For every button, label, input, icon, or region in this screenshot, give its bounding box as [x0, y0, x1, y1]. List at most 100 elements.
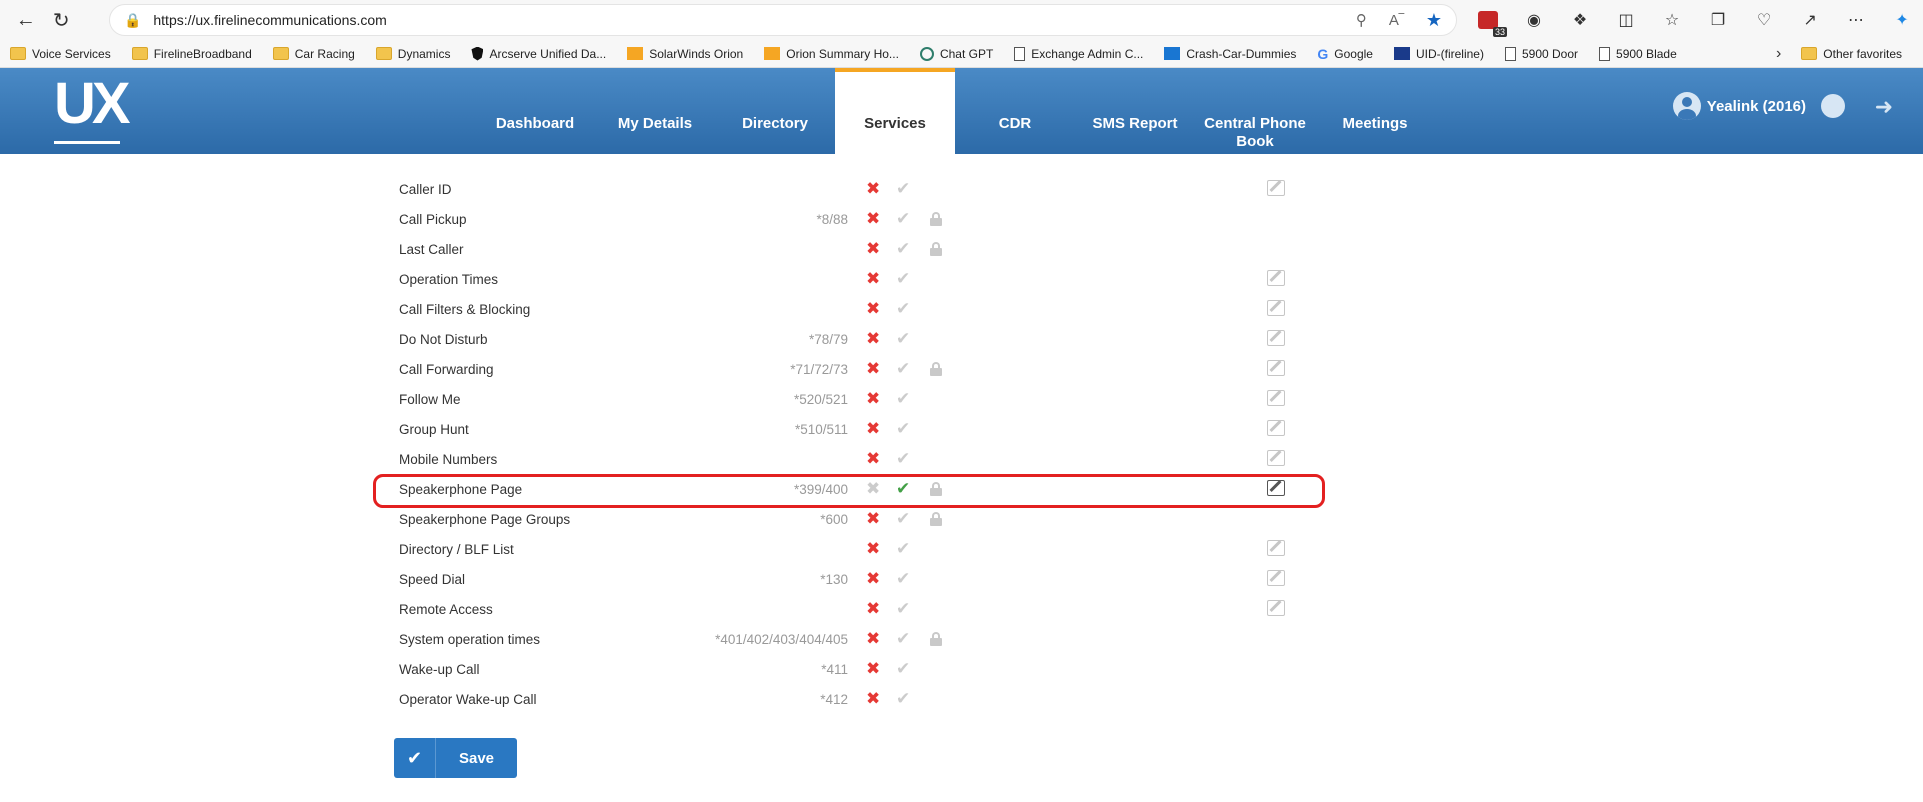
disable-x-icon[interactable]: ✖ — [866, 569, 880, 589]
lock-icon[interactable] — [930, 632, 942, 646]
enable-check-icon[interactable]: ✔ — [896, 689, 910, 709]
user-menu[interactable]: Yealink (2016) — [1672, 92, 1806, 120]
extension-copilot-icon[interactable]: ◉ — [1521, 7, 1547, 33]
edit-icon[interactable] — [1267, 450, 1285, 466]
edit-icon[interactable] — [1267, 330, 1285, 346]
tab-dashboard[interactable]: Dashboard — [475, 68, 595, 154]
disable-x-icon[interactable]: ✖ — [866, 269, 880, 289]
logout-icon[interactable]: ➜ — [1875, 94, 1893, 120]
disable-x-icon[interactable]: ✖ — [866, 299, 880, 319]
key-icon[interactable]: ⚲ — [1356, 11, 1367, 29]
edit-icon[interactable] — [1267, 600, 1285, 616]
enable-check-icon[interactable]: ✔ — [896, 659, 910, 679]
split-screen-icon[interactable]: ◫ — [1613, 7, 1639, 33]
tab-sms-report[interactable]: SMS Report — [1075, 68, 1195, 154]
tab-cdr[interactable]: CDR — [955, 68, 1075, 154]
enable-check-icon[interactable]: ✔ — [896, 419, 910, 439]
disable-x-icon[interactable]: ✖ — [866, 359, 880, 379]
lock-icon[interactable] — [930, 212, 942, 226]
bookmark-label: UID-(fireline) — [1415, 46, 1484, 61]
bookmark-item[interactable]: G Google — [1317, 46, 1373, 62]
address-bar[interactable]: 🔒 https://ux.firelinecommunications.com … — [108, 4, 1458, 36]
enable-check-icon[interactable]: ✔ — [896, 359, 910, 379]
edit-icon[interactable] — [1267, 540, 1285, 556]
extension-calendar-icon[interactable]: 33 — [1475, 7, 1508, 37]
disable-x-icon[interactable]: ✖ — [866, 509, 880, 529]
bookmark-item[interactable]: SolarWinds Orion — [627, 47, 743, 61]
enable-check-icon[interactable]: ✔ — [896, 509, 910, 529]
disable-x-icon[interactable]: ✖ — [866, 689, 880, 709]
lock-icon[interactable] — [930, 362, 942, 376]
enable-check-icon[interactable]: ✔ — [896, 629, 910, 649]
tab-services[interactable]: Services — [835, 68, 955, 154]
tab-central-phone-book[interactable]: Central Phone Book — [1195, 68, 1315, 154]
bookmark-item[interactable]: 5900 Blade — [1599, 46, 1677, 61]
bookmark-item[interactable]: FirelineBroadband — [131, 47, 252, 61]
disable-x-icon[interactable]: ✖ — [866, 389, 880, 409]
edit-icon[interactable] — [1267, 180, 1285, 196]
disable-x-icon[interactable]: ✖ — [866, 419, 880, 439]
bookmark-item[interactable]: Orion Summary Ho... — [764, 47, 899, 61]
lock-icon[interactable] — [930, 242, 942, 256]
site-info-lock-icon[interactable]: 🔒 — [124, 12, 141, 29]
edit-icon[interactable] — [1267, 390, 1285, 406]
back-icon[interactable]: ← — [8, 5, 43, 35]
edit-icon[interactable] — [1267, 420, 1285, 436]
bookmark-item[interactable]: Exchange Admin C... — [1014, 46, 1143, 61]
bookmark-item[interactable]: Arcserve Unified Da... — [471, 46, 606, 61]
edit-icon[interactable] — [1267, 360, 1285, 376]
edit-icon[interactable] — [1267, 300, 1285, 316]
enable-check-icon[interactable]: ✔ — [896, 539, 910, 559]
more-menu-icon[interactable]: ⋯ — [1843, 7, 1869, 33]
bookmark-item[interactable]: Voice Services — [10, 47, 111, 61]
save-button[interactable]: ✔ Save — [394, 738, 517, 778]
enable-check-icon[interactable]: ✔ — [896, 269, 910, 289]
user-name: Yealink (2016) — [1706, 97, 1806, 115]
bookmark-item[interactable]: 5900 Door — [1504, 46, 1578, 61]
chevron-right-icon[interactable]: › — [1776, 45, 1781, 63]
collections-icon[interactable]: ❐ — [1705, 7, 1731, 33]
enable-check-icon[interactable]: ✔ — [896, 599, 910, 619]
tab-directory[interactable]: Directory — [715, 68, 835, 154]
extension-badge: 33 — [1493, 27, 1508, 37]
disable-x-icon[interactable]: ✖ — [866, 209, 880, 229]
enable-check-icon[interactable]: ✔ — [896, 329, 910, 349]
tab-my-details[interactable]: My Details — [595, 68, 715, 154]
favorites-icon[interactable]: ☆ — [1659, 7, 1685, 33]
edit-icon[interactable] — [1267, 270, 1285, 286]
url-text[interactable]: https://ux.firelinecommunications.com — [153, 12, 386, 28]
disable-x-icon[interactable]: ✖ — [866, 449, 880, 469]
disable-x-icon[interactable]: ✖ — [866, 329, 880, 349]
read-aloud-icon[interactable]: A‾ — [1389, 12, 1404, 29]
share-icon[interactable]: ↗ — [1797, 7, 1823, 33]
lock-icon[interactable] — [930, 512, 942, 526]
bookmark-item[interactable]: Dynamics — [375, 47, 450, 61]
enable-check-icon[interactable]: ✔ — [896, 209, 910, 229]
enable-check-icon[interactable]: ✔ — [896, 449, 910, 469]
disable-x-icon[interactable]: ✖ — [866, 179, 880, 199]
extensions-puzzle-icon[interactable]: ❖ — [1567, 7, 1593, 33]
favorite-star-icon[interactable]: ★ — [1426, 10, 1442, 31]
disable-x-icon[interactable]: ✖ — [866, 239, 880, 259]
enable-check-icon[interactable]: ✔ — [896, 239, 910, 259]
enable-check-icon[interactable]: ✔ — [896, 569, 910, 589]
edit-icon[interactable] — [1267, 570, 1285, 586]
other-favorites[interactable]: Other favorites — [1801, 47, 1902, 61]
enable-check-icon[interactable]: ✔ — [896, 389, 910, 409]
tab-meetings[interactable]: Meetings — [1315, 68, 1435, 154]
copilot-icon[interactable]: ✦ — [1889, 7, 1915, 33]
bookmark-item[interactable]: Car Racing — [272, 47, 355, 61]
browser-essentials-icon[interactable]: ♡ — [1751, 7, 1777, 33]
enable-check-icon[interactable]: ✔ — [896, 299, 910, 319]
globe-icon[interactable] — [1821, 94, 1845, 118]
disable-x-icon[interactable]: ✖ — [866, 599, 880, 619]
bookmark-item[interactable]: Crash-Car-Dummies — [1164, 47, 1296, 61]
disable-x-icon[interactable]: ✖ — [866, 539, 880, 559]
bookmark-item[interactable]: UID-(fireline) — [1393, 46, 1484, 61]
bookmark-item[interactable]: Chat GPT — [919, 46, 993, 61]
ux-logo[interactable]: UX — [54, 72, 131, 144]
enable-check-icon[interactable]: ✔ — [896, 179, 910, 199]
refresh-icon[interactable]: ↻ — [43, 5, 78, 35]
disable-x-icon[interactable]: ✖ — [866, 629, 880, 649]
disable-x-icon[interactable]: ✖ — [866, 659, 880, 679]
